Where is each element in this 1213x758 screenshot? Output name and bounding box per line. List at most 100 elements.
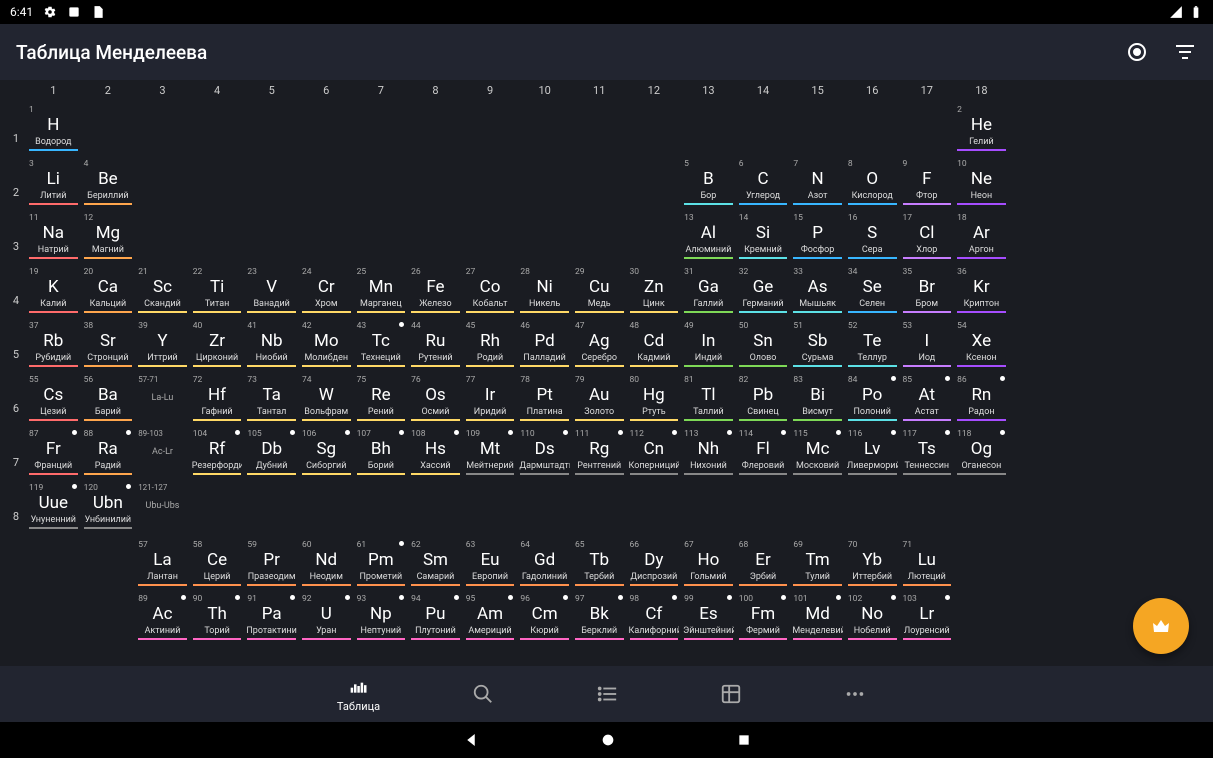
element-Rb[interactable]: 37RbРубидий [26, 319, 81, 372]
element-Mt[interactable]: 109MtМейтнерий [463, 427, 518, 480]
element-V[interactable]: 23VВанадий [244, 265, 299, 318]
element-Ne[interactable]: 10NeНеон [954, 157, 1009, 210]
element-N[interactable]: 7NАзот [790, 157, 845, 210]
element-Lu[interactable]: 71LuЛютеций [900, 538, 955, 591]
element-Rg[interactable]: 111RgРентгений [572, 427, 627, 480]
element-Fl[interactable]: 114FlФлеровий [736, 427, 791, 480]
element-Pa[interactable]: 91PaПротактиний [244, 592, 299, 645]
element-Be[interactable]: 4BeБериллий [81, 157, 136, 210]
element-Os[interactable]: 76OsОсмий [408, 373, 463, 426]
element-O[interactable]: 8OКислород [845, 157, 900, 210]
element-Pm[interactable]: 61PmПрометий [354, 538, 409, 591]
element-Rf[interactable]: 104RfРезерфордий [190, 427, 245, 480]
element-Er[interactable]: 68ErЭрбий [736, 538, 791, 591]
element-Ga[interactable]: 31GaГаллий [681, 265, 736, 318]
element-Yb[interactable]: 70YbИттербий [845, 538, 900, 591]
element-F[interactable]: 9FФтор [900, 157, 955, 210]
element-Mc[interactable]: 115McМосковий [790, 427, 845, 480]
element-Te[interactable]: 52TeТеллур [845, 319, 900, 372]
element-Cm[interactable]: 96CmКюрий [517, 592, 572, 645]
android-recent[interactable] [736, 732, 752, 748]
element-Ag[interactable]: 47AgСеребро [572, 319, 627, 372]
element-Ru[interactable]: 44RuРутений [408, 319, 463, 372]
element-Ca[interactable]: 20CaКальций [81, 265, 136, 318]
element-Ho[interactable]: 67HoГольмий [681, 538, 736, 591]
element-Bk[interactable]: 97BkБерклий [572, 592, 627, 645]
element-Cn[interactable]: 112CnКоперниций [627, 427, 682, 480]
premium-fab[interactable] [1133, 598, 1189, 654]
element-Pu[interactable]: 94PuПлутоний [408, 592, 463, 645]
element-Se[interactable]: 34SeСелен [845, 265, 900, 318]
nav-table[interactable]: Таблица [327, 675, 391, 713]
element-Cf[interactable]: 98CfКалифорний [627, 592, 682, 645]
element-B[interactable]: 5BБор [681, 157, 736, 210]
element-Hs[interactable]: 108HsХассий [408, 427, 463, 480]
element-Cs[interactable]: 55CsЦезий [26, 373, 81, 426]
element-Ti[interactable]: 22TiТитан [190, 265, 245, 318]
element-Ac[interactable]: 89AcАктиний [135, 592, 190, 645]
element-Ce[interactable]: 58CeЦерий [190, 538, 245, 591]
element-Ubn[interactable]: 120UbnУнбинилий [81, 481, 136, 534]
element-Fr[interactable]: 87FrФранций [26, 427, 81, 480]
element-Hg[interactable]: 80HgРтуть [627, 373, 682, 426]
placeholder-superact[interactable]: 121-127Ubu-Ubs [135, 481, 190, 534]
element-At[interactable]: 85AtАстат [900, 373, 955, 426]
android-back[interactable] [462, 731, 480, 749]
element-Cl[interactable]: 17ClХлор [900, 211, 955, 264]
element-Sb[interactable]: 51SbСурьма [790, 319, 845, 372]
element-In[interactable]: 49InИндий [681, 319, 736, 372]
element-Tc[interactable]: 43TcТехнеций [354, 319, 409, 372]
element-I[interactable]: 53IЙод [900, 319, 955, 372]
element-Mg[interactable]: 12MgМагний [81, 211, 136, 264]
element-Cu[interactable]: 29CuМедь [572, 265, 627, 318]
element-Ts[interactable]: 117TsТеннессин [900, 427, 955, 480]
element-K[interactable]: 19KКалий [26, 265, 81, 318]
element-Al[interactable]: 13AlАлюминий [681, 211, 736, 264]
element-Cr[interactable]: 24CrХром [299, 265, 354, 318]
element-Po[interactable]: 84PoПолоний [845, 373, 900, 426]
element-Si[interactable]: 14SiКремний [736, 211, 791, 264]
placeholder-lanth[interactable]: 57-71La-Lu [135, 373, 190, 426]
element-Uue[interactable]: 119UueУнуненний [26, 481, 81, 534]
element-Ta[interactable]: 73TaТантал [244, 373, 299, 426]
element-P[interactable]: 15PФосфор [790, 211, 845, 264]
element-Cd[interactable]: 48CdКадмий [627, 319, 682, 372]
element-Ba[interactable]: 56BaБарий [81, 373, 136, 426]
element-Eu[interactable]: 63EuЕвропий [463, 538, 518, 591]
element-H[interactable]: 1HВодород [26, 103, 81, 156]
element-Tl[interactable]: 81TlТаллий [681, 373, 736, 426]
element-C[interactable]: 6CУглерод [736, 157, 791, 210]
element-Zn[interactable]: 30ZnЦинк [627, 265, 682, 318]
element-Nh[interactable]: 113NhНихоний [681, 427, 736, 480]
element-Dy[interactable]: 66DyДиспрозий [627, 538, 682, 591]
element-Th[interactable]: 90ThТорий [190, 592, 245, 645]
element-Hf[interactable]: 72HfГафний [190, 373, 245, 426]
element-U[interactable]: 92UУран [299, 592, 354, 645]
element-Bh[interactable]: 107BhБорий [354, 427, 409, 480]
element-Co[interactable]: 27CoКобальт [463, 265, 518, 318]
element-Sg[interactable]: 106SgСиборгий [299, 427, 354, 480]
nav-grid[interactable] [699, 683, 763, 705]
element-Nd[interactable]: 60NdНеодим [299, 538, 354, 591]
element-Np[interactable]: 93NpНептуний [354, 592, 409, 645]
element-Mn[interactable]: 25MnМарганец [354, 265, 409, 318]
element-Y[interactable]: 39YИттрий [135, 319, 190, 372]
element-Sr[interactable]: 38SrСтронций [81, 319, 136, 372]
element-Fm[interactable]: 100FmФермий [736, 592, 791, 645]
element-Bi[interactable]: 83BiВисмут [790, 373, 845, 426]
element-Pr[interactable]: 59PrПразеодим [244, 538, 299, 591]
element-Am[interactable]: 95AmАмериций [463, 592, 518, 645]
element-S[interactable]: 16SСера [845, 211, 900, 264]
element-Lv[interactable]: 116LvЛиверморий [845, 427, 900, 480]
element-Sc[interactable]: 21ScСкандий [135, 265, 190, 318]
element-Kr[interactable]: 36KrКриптон [954, 265, 1009, 318]
element-Rn[interactable]: 86RnРадон [954, 373, 1009, 426]
element-Gd[interactable]: 64GdГадолиний [517, 538, 572, 591]
element-Au[interactable]: 79AuЗолото [572, 373, 627, 426]
element-Zr[interactable]: 40ZrЦирконий [190, 319, 245, 372]
nav-more[interactable] [823, 683, 887, 705]
element-He[interactable]: 2HeГелий [954, 103, 1009, 156]
element-Ge[interactable]: 32GeГерманий [736, 265, 791, 318]
element-Tb[interactable]: 65TbТербий [572, 538, 627, 591]
element-Md[interactable]: 101MdМенделевий [790, 592, 845, 645]
